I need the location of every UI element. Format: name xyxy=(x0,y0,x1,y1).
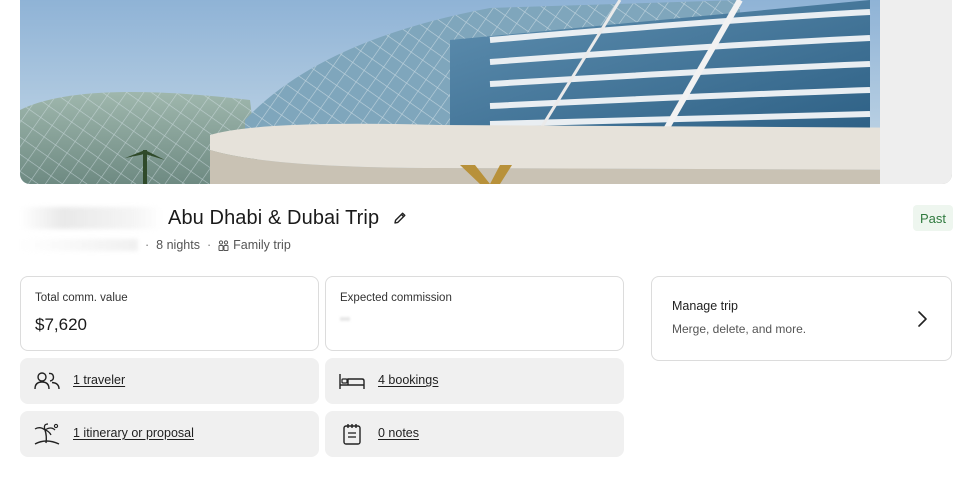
expected-commission-label: Expected commission xyxy=(340,292,452,304)
pencil-icon xyxy=(394,212,406,224)
meta-separator: · xyxy=(145,238,150,252)
expected-commission-card: Expected commission xyxy=(325,276,624,351)
meta-separator: · xyxy=(206,238,212,252)
itinerary-link[interactable]: 1 itinerary or proposal xyxy=(20,411,319,457)
chevron-right-icon xyxy=(914,309,930,329)
trip-title: Abu Dhabi & Dubai Trip xyxy=(168,206,380,229)
status-badge: Past xyxy=(913,205,954,231)
trip-meta: · 8 nights · Family trip xyxy=(20,237,291,253)
trip-nights: 8 nights xyxy=(156,238,200,252)
bookings-link-text[interactable]: 4 bookings xyxy=(378,373,438,387)
bookings-link[interactable]: 4 bookings xyxy=(325,358,624,404)
total-comm-value-label: Total comm. value xyxy=(35,292,128,304)
itinerary-link-text[interactable]: 1 itinerary or proposal xyxy=(73,426,194,440)
notepad-icon xyxy=(338,422,366,446)
redacted-commission-value xyxy=(340,317,350,321)
notes-link[interactable]: 0 notes xyxy=(325,411,624,457)
bed-icon xyxy=(338,369,366,393)
total-comm-value-card: Total comm. value $7,620 xyxy=(20,276,319,351)
redacted-client-name xyxy=(20,207,162,229)
trip-cover-image xyxy=(20,0,952,184)
manage-trip-title: Manage trip xyxy=(672,299,739,313)
manage-trip-card[interactable]: Manage trip Merge, delete, and more. xyxy=(651,276,952,361)
edit-title-button[interactable] xyxy=(391,209,409,227)
total-comm-value: $7,620 xyxy=(35,315,87,334)
trip-type: Family trip xyxy=(233,238,291,252)
people-icon xyxy=(33,369,61,393)
family-icon xyxy=(218,239,229,251)
redacted-dates xyxy=(20,239,138,251)
travelers-link-text[interactable]: 1 traveler xyxy=(73,373,125,387)
travelers-link[interactable]: 1 traveler xyxy=(20,358,319,404)
manage-trip-subtitle: Merge, delete, and more. xyxy=(672,322,807,336)
notes-link-text[interactable]: 0 notes xyxy=(378,426,419,440)
trip-title-row: Abu Dhabi & Dubai Trip xyxy=(20,204,409,232)
palm-tree-icon xyxy=(33,422,61,446)
